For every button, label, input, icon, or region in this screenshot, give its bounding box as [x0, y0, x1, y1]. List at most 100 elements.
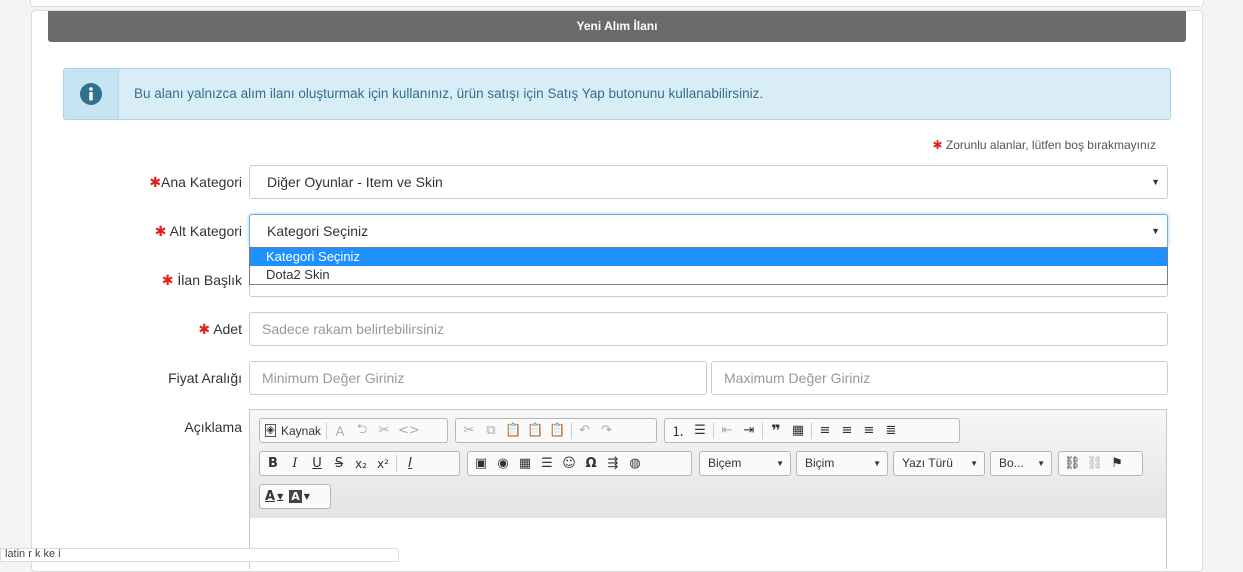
toolbar-separator: [811, 422, 812, 439]
numbered-list-icon[interactable]: ⒈: [667, 420, 689, 441]
iframe-globe-icon[interactable]: ◍: [624, 453, 646, 474]
outer-panel-edge: [30, 0, 1204, 7]
max-price-input[interactable]: Maximum Değer Giriniz: [711, 361, 1168, 395]
caret-down-icon: ▼: [1037, 459, 1045, 468]
ilan-baslik-label: ✱ İlan Başlık: [32, 272, 242, 289]
source-button[interactable]: ◈ Kaynak: [262, 420, 324, 441]
dropdown-option[interactable]: Kategori Seçiniz: [250, 248, 1167, 266]
toolbar-separator: [396, 455, 397, 472]
paste-icon[interactable]: 📋: [502, 420, 524, 441]
required-star-icon: ✱: [154, 223, 167, 239]
horizontal-line-icon[interactable]: ☰: [536, 453, 558, 474]
rich-text-editor: ◈ Kaynak Ａ ⮌ ✂ <> ✂ ⧉ 📋 📋 📋 ↶ ↷ ⒈ ☰ ⇤ ⇥ …: [249, 409, 1167, 570]
status-tooltip: latin r k ke i: [0, 548, 399, 562]
toolbar-group-colors: A ▼ A ▼: [259, 484, 331, 509]
flash-icon[interactable]: ◉: [492, 453, 514, 474]
bullet-list-icon[interactable]: ☰: [689, 420, 711, 441]
source-label: Kaynak: [281, 423, 322, 438]
align-center-icon[interactable]: ≡: [836, 420, 858, 441]
toolbar-separator: [713, 422, 714, 439]
align-left-icon[interactable]: ≡: [814, 420, 836, 441]
caret-down-icon: ▼: [1151, 177, 1160, 187]
toolbar-group-document: ◈ Kaynak Ａ ⮌ ✂ <>: [259, 418, 448, 443]
clear-format-icon[interactable]: I: [399, 453, 421, 474]
copy-icon[interactable]: ⧉: [480, 420, 502, 441]
required-star-icon: ✱: [198, 321, 211, 337]
alt-kategori-label: ✱ Alt Kategori: [32, 223, 242, 240]
toolbar-group-paragraph: ⒈ ☰ ⇤ ⇥ ❞ ▦ ≡ ≡ ≡ ≣: [664, 418, 960, 443]
info-text: Bu alanı yalnızca alım ilanı oluşturmak …: [134, 86, 764, 101]
alt-kategori-value: Kategori Seçiniz: [267, 223, 369, 239]
required-star-icon: ✱: [932, 138, 943, 152]
link-icon[interactable]: ⛓: [1061, 453, 1084, 474]
cut-icon[interactable]: ✂: [458, 420, 480, 441]
paste-word-icon[interactable]: 📋: [546, 420, 568, 441]
ana-kategori-label-text: Ana Kategori: [161, 174, 242, 190]
font-combo[interactable]: Yazı Türü ▼: [893, 451, 985, 476]
font-size-combo[interactable]: Bo... ▼: [990, 451, 1052, 476]
text-color-icon[interactable]: A ▼: [262, 486, 286, 507]
info-circle-icon: [80, 83, 102, 105]
font-size-combo-label: Bo...: [999, 456, 1024, 470]
bold-icon[interactable]: B: [262, 453, 284, 474]
select-all-icon[interactable]: Ａ: [329, 420, 351, 441]
strikethrough-icon[interactable]: S: [328, 453, 350, 474]
superscript-icon[interactable]: x²: [372, 453, 394, 474]
special-char-icon[interactable]: Ω: [580, 453, 602, 474]
background-color-icon[interactable]: A ▼: [286, 486, 313, 507]
align-right-icon[interactable]: ≡: [858, 420, 880, 441]
info-icon-area: [64, 69, 119, 119]
ana-kategori-label: ✱Ana Kategori: [32, 174, 242, 191]
style-combo[interactable]: Biçem ▼: [699, 451, 791, 476]
table-icon[interactable]: ▦: [514, 453, 536, 474]
subscript-icon[interactable]: x₂: [350, 453, 372, 474]
align-justify-icon[interactable]: ≣: [880, 420, 902, 441]
dropdown-option[interactable]: Dota2 Skin: [250, 266, 1167, 284]
redo-icon[interactable]: ↷: [596, 420, 618, 441]
div-container-icon[interactable]: ▦: [787, 420, 809, 441]
ilan-baslik-label-text: İlan Başlık: [177, 272, 242, 288]
adet-label-text: Adet: [213, 321, 242, 337]
anchor-flag-icon[interactable]: ⚑: [1106, 453, 1128, 474]
remove-format-icon[interactable]: ✂: [373, 420, 395, 441]
toolbar-separator: [570, 422, 572, 439]
toolbar-group-clipboard: ✂ ⧉ 📋 📋 📋 ↶ ↷: [455, 418, 657, 443]
underline-icon[interactable]: U: [306, 453, 328, 474]
editor-content-area[interactable]: [250, 518, 1166, 570]
style-combo-label: Biçem: [708, 456, 742, 470]
ana-kategori-select[interactable]: Diğer Oyunlar - Item ve Skin ▼: [249, 165, 1168, 199]
required-star-icon: ✱: [161, 272, 174, 288]
adet-label: ✱ Adet: [32, 321, 242, 338]
paste-text-icon[interactable]: ⮌: [351, 420, 373, 441]
alt-kategori-label-text: Alt Kategori: [169, 223, 242, 239]
required-star-icon: ✱: [149, 174, 162, 190]
min-price-input[interactable]: Minimum Değer Giriniz: [249, 361, 707, 395]
alt-kategori-select[interactable]: Kategori Seçiniz ▼: [249, 214, 1168, 248]
caret-down-icon: ▼: [776, 459, 784, 468]
fiyat-araligi-label: Fiyat Aralığı: [168, 370, 242, 386]
undo-icon[interactable]: ↶: [574, 420, 596, 441]
code-icon[interactable]: <>: [395, 420, 423, 441]
adet-input[interactable]: Sadece rakam belirtebilirsiniz: [249, 312, 1168, 346]
outdent-icon[interactable]: ⇤: [716, 420, 738, 441]
image-icon[interactable]: ▣: [470, 453, 492, 474]
new-purchase-listing-panel: Yeni Alım İlanı Bu alanı yalnızca alım i…: [31, 10, 1203, 572]
toolbar-group-links: ⛓ ⛓ ⚑: [1058, 451, 1143, 476]
aciklama-label: Açıklama: [184, 419, 242, 435]
smiley-icon[interactable]: ☺: [558, 453, 580, 474]
toolbar-separator: [762, 422, 763, 439]
required-note-text: Zorunlu alanlar, lütfen boş bırakmayınız: [945, 138, 1156, 152]
alt-kategori-dropdown[interactable]: Kategori Seçiniz Dota2 Skin: [249, 247, 1168, 285]
page-break-icon[interactable]: ⇶: [602, 453, 624, 474]
indent-icon[interactable]: ⇥: [738, 420, 760, 441]
paste-plain-icon[interactable]: 📋: [524, 420, 546, 441]
unlink-icon[interactable]: ⛓: [1084, 453, 1107, 474]
toolbar-group-basicstyles: B I U S x₂ x² I: [259, 451, 460, 476]
ana-kategori-value: Diğer Oyunlar - Item ve Skin: [267, 174, 443, 190]
blockquote-icon[interactable]: ❞: [765, 420, 787, 441]
italic-icon[interactable]: I: [284, 453, 306, 474]
format-combo-label: Biçim: [805, 456, 835, 470]
format-combo[interactable]: Biçim ▼: [796, 451, 888, 476]
font-combo-label: Yazı Türü: [902, 456, 953, 470]
required-fields-note: ✱ Zorunlu alanlar, lütfen boş bırakmayın…: [932, 138, 1156, 152]
